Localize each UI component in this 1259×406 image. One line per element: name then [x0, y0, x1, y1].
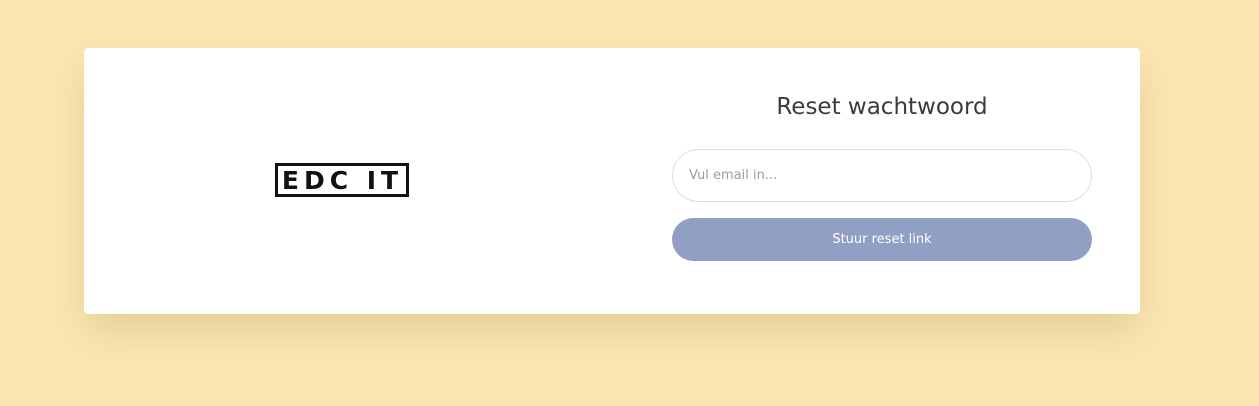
- brand-logo: EDC IT: [274, 163, 410, 197]
- send-reset-link-button[interactable]: Stuur reset link: [672, 218, 1092, 261]
- page-title: Reset wachtwoord: [776, 94, 988, 120]
- reset-password-card: EDC IT Reset wachtwoord Stuur reset link: [84, 48, 1140, 314]
- logo-panel: EDC IT: [84, 48, 600, 314]
- email-field[interactable]: [672, 149, 1092, 202]
